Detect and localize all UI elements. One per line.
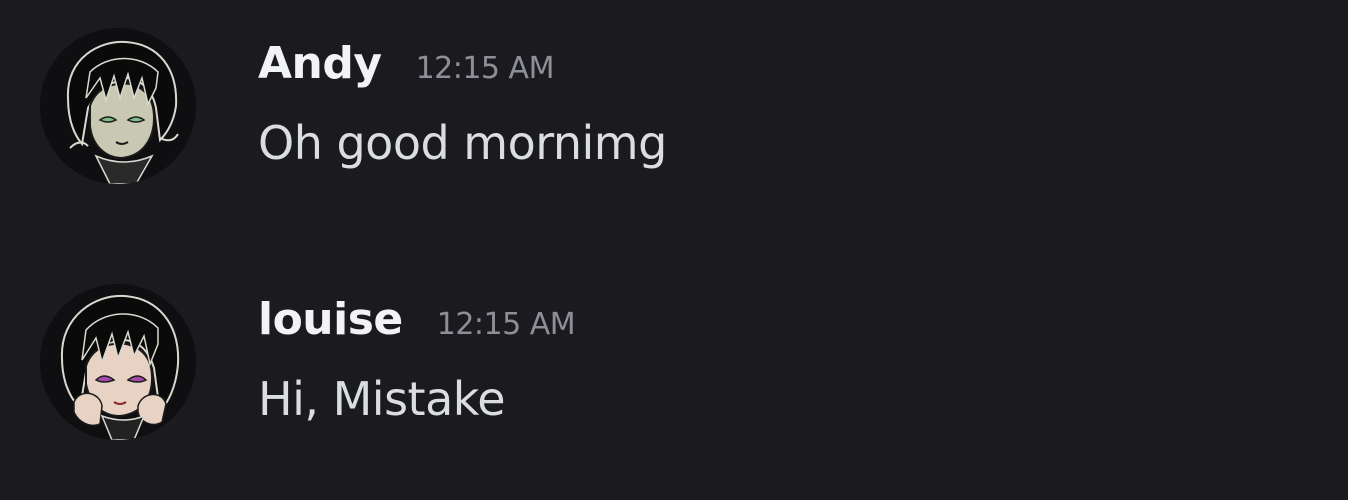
- username[interactable]: Andy: [258, 38, 382, 89]
- avatar-icon: [40, 284, 196, 440]
- avatar-andy[interactable]: [40, 28, 196, 184]
- chat-message-list: Andy 12:15 AM Oh good mornimg louise 12:…: [0, 0, 1348, 500]
- message-item[interactable]: Andy 12:15 AM Oh good mornimg: [0, 24, 1348, 184]
- message-item[interactable]: louise 12:15 AM Hi, Mistake: [0, 280, 1348, 440]
- message-content: Hi, Mistake: [258, 372, 506, 426]
- message-content: Oh good mornimg: [258, 116, 667, 170]
- username[interactable]: louise: [258, 294, 403, 345]
- timestamp: 12:15 AM: [436, 307, 576, 342]
- avatar-louise[interactable]: [40, 284, 196, 440]
- avatar-icon: [40, 28, 196, 184]
- message-header: louise 12:15 AM: [258, 294, 576, 350]
- timestamp: 12:15 AM: [415, 51, 555, 86]
- message-header: Andy 12:15 AM: [258, 38, 554, 94]
